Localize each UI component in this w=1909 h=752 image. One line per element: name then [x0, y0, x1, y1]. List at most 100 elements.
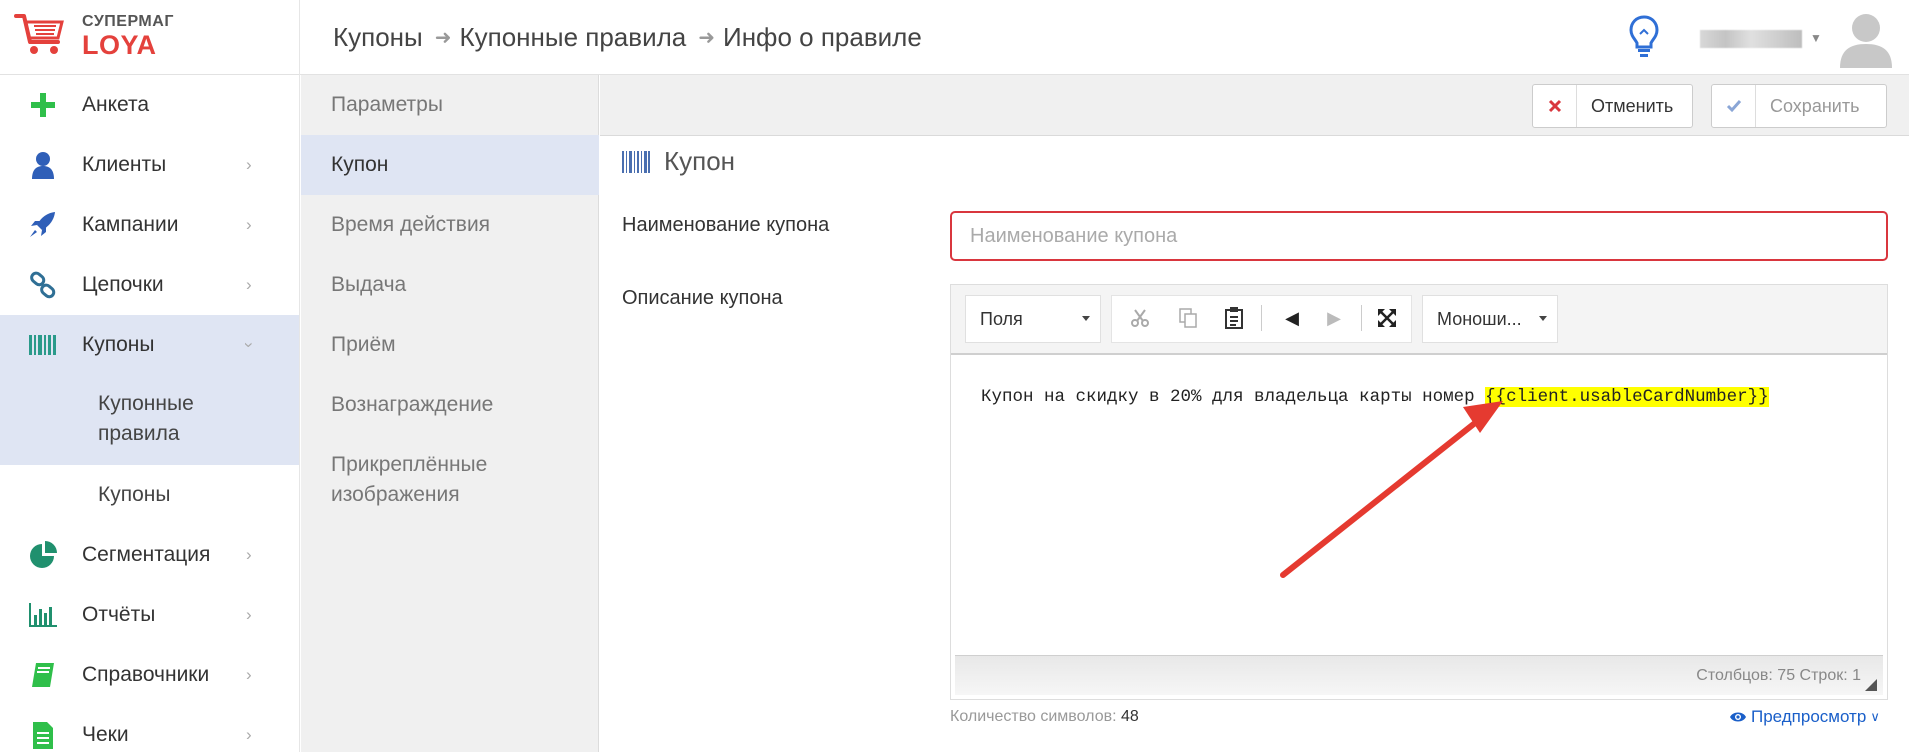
sidebar-item-label: Анкета [82, 93, 150, 116]
sidebar-item-label: Сегментация [82, 543, 211, 566]
toolbar-separator [1361, 305, 1362, 331]
editor-text: Купон на скидку в 20% для владельца карт… [981, 387, 1486, 407]
caret-down-icon [1082, 316, 1090, 321]
breadcrumb-item-rule-info: Инфо о правиле [723, 22, 922, 52]
char-count-value: 48 [1120, 708, 1139, 725]
font-select[interactable]: Моноши... [1422, 295, 1558, 343]
save-button[interactable]: Сохранить [1711, 84, 1887, 128]
user-icon [32, 152, 54, 179]
caret-down-icon [1539, 316, 1547, 321]
editor-status-text: Столбцов: 75 Строк: 1 [1696, 667, 1861, 684]
breadcrumb-item-coupon-rules[interactable]: Купонные правила [460, 22, 687, 53]
sidebar-item-label: Цепочки [82, 273, 164, 296]
sidebar-item-clients[interactable]: Клиенты › [0, 135, 299, 195]
char-count: Количество символов: 48 [950, 708, 1139, 726]
sidebar-subitem-coupon-rules[interactable]: Купонные правила [0, 375, 299, 465]
editor-status-bar: Столбцов: 75 Строк: 1 [955, 655, 1883, 695]
rule-sections-menu: Параметры Купон Время действия Выдача Пр… [301, 75, 599, 752]
menu2-item-attached-images[interactable]: Прикреплённые изображения [301, 435, 599, 525]
save-button-label: Сохранить [1770, 95, 1860, 116]
chevron-right-icon: › [246, 605, 252, 624]
sidebar-item-receipts[interactable]: Чеки › [0, 705, 299, 752]
redo-icon[interactable]: ▶ [1317, 295, 1351, 341]
menu2-item-parameters[interactable]: Параметры [301, 75, 599, 135]
receipt-icon [33, 722, 53, 749]
sidebar-item-label: Справочники [82, 663, 210, 686]
coupon-name-label: Наименование купона [622, 214, 830, 236]
copy-icon[interactable] [1171, 295, 1205, 341]
user-name-blurred[interactable] [1700, 30, 1802, 48]
chevron-down-icon: ∨ [1870, 709, 1880, 724]
chevron-right-icon: › [246, 215, 252, 234]
breadcrumb: Купоны ➜ Купонные правила ➜ Инфо о прави… [333, 22, 922, 53]
chevron-right-icon: › [246, 665, 252, 684]
resize-grip-icon[interactable] [1865, 679, 1877, 691]
font-select-value: Моноши... [1437, 308, 1522, 329]
chevron-right-icon: › [246, 155, 252, 174]
sidebar-item-questionnaire[interactable]: Анкета [0, 75, 299, 135]
sidebar: Анкета Клиенты › Кампании › Цепочки › Ку… [0, 75, 300, 752]
menu2-item-issuance[interactable]: Выдача [301, 255, 599, 315]
preview-link[interactable]: Предпросмотр ∨ [1729, 707, 1880, 727]
sidebar-subitem-coupons[interactable]: Купоны [0, 465, 299, 525]
logo[interactable]: СУПЕРМАГ LOYA [0, 0, 300, 75]
fullscreen-icon[interactable] [1370, 295, 1404, 341]
preview-link-label: Предпросмотр [1751, 707, 1867, 726]
rocket-icon [30, 212, 55, 237]
menu2-item-reward[interactable]: Вознаграждение [301, 375, 599, 435]
char-count-label: Количество символов: [950, 708, 1117, 725]
bar-chart-icon [29, 603, 57, 627]
breadcrumb-item-coupons[interactable]: Купоны [333, 22, 423, 53]
template-variable: {{client.usableCardNumber}} [1485, 387, 1769, 407]
sidebar-item-segmentation[interactable]: Сегментация › [0, 525, 299, 585]
chevron-down-icon[interactable]: ▼ [1810, 31, 1826, 47]
eye-icon [1730, 712, 1746, 722]
cancel-button[interactable]: Отменить [1532, 84, 1693, 128]
logo-text-bottom: LOYA [82, 30, 157, 60]
menu2-item-validity[interactable]: Время действия [301, 195, 599, 255]
paste-icon[interactable] [1217, 295, 1251, 341]
sidebar-item-label: Отчёты [82, 603, 156, 626]
chevron-right-icon: › [246, 275, 252, 294]
menu2-item-acceptance[interactable]: Приём [301, 315, 599, 375]
coupon-name-input[interactable] [950, 211, 1888, 261]
lightbulb-icon[interactable] [1628, 14, 1660, 58]
barcode-icon [622, 150, 650, 173]
sidebar-subitem-label: Купонные правила [98, 392, 194, 445]
fields-select[interactable]: Поля [965, 295, 1101, 343]
book-icon [32, 663, 54, 687]
cut-icon[interactable] [1123, 295, 1157, 341]
undo-icon[interactable]: ◀ [1275, 295, 1309, 341]
sidebar-item-chains[interactable]: Цепочки › [0, 255, 299, 315]
cart-logo-icon [14, 14, 64, 54]
sidebar-item-coupons[interactable]: Купоны › [0, 315, 299, 375]
sidebar-subitem-label: Купоны [98, 483, 171, 506]
top-header: СУПЕРМАГ LOYA Купоны ➜ Купонные правила … [0, 0, 1909, 75]
description-editor: Поля ◀ ▶ Моноши... Купон на скидку в 20%… [950, 284, 1888, 700]
cancel-button-label: Отменить [1591, 95, 1674, 116]
pie-chart-icon [30, 541, 57, 568]
editor-toolbar: Поля ◀ ▶ Моноши... [951, 285, 1887, 355]
sidebar-item-label: Чеки [82, 723, 129, 746]
section-title: Купон [622, 146, 735, 177]
barcode-icon [29, 335, 56, 355]
avatar-icon[interactable] [1838, 10, 1894, 68]
sidebar-item-directories[interactable]: Справочники › [0, 645, 299, 705]
chevron-right-icon: › [246, 545, 252, 564]
sidebar-item-label: Кампании [82, 213, 179, 236]
sidebar-item-campaigns[interactable]: Кампании › [0, 195, 299, 255]
link-icon [30, 271, 56, 299]
logo-text-top: СУПЕРМАГ [82, 13, 174, 30]
editor-text-area[interactable]: Купон на скидку в 20% для владельца карт… [951, 357, 1887, 657]
menu2-item-coupon[interactable]: Купон [301, 135, 599, 195]
arrow-right-icon: ➜ [434, 27, 452, 49]
plus-icon [31, 93, 55, 117]
close-icon [1533, 85, 1577, 127]
sidebar-item-label: Клиенты [82, 153, 167, 176]
section-title-text: Купон [664, 146, 736, 176]
arrow-right-icon: ➜ [698, 27, 716, 49]
chevron-right-icon: › [246, 725, 252, 744]
fields-select-value: Поля [980, 308, 1023, 329]
check-icon [1712, 85, 1756, 127]
sidebar-item-reports[interactable]: Отчёты › [0, 585, 299, 645]
